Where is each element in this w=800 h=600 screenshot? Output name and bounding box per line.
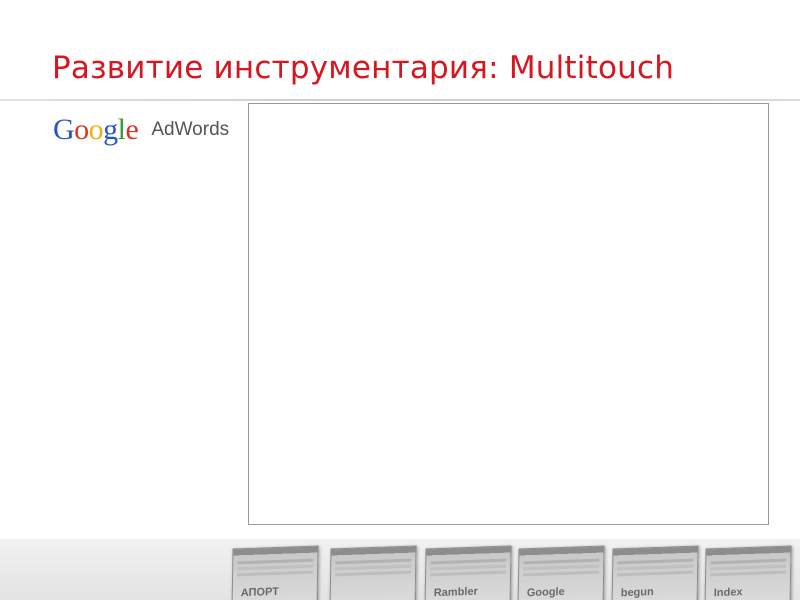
thumbnail-label: begun (620, 586, 654, 600)
search-engine-thumbnail: АПОРТ (231, 545, 319, 600)
logo-letter: g (103, 113, 118, 146)
thumbnail-label: Index (713, 586, 743, 600)
title-divider (0, 99, 800, 101)
footer-band: АПОРТ Rambler Google begun Index (0, 539, 800, 600)
thumbnail-label: АПОРТ (240, 585, 280, 600)
logo-letter: e (125, 113, 139, 146)
logo-letter: o (74, 113, 89, 146)
logo-letter: G (53, 113, 75, 146)
search-engine-thumbnail: Google (517, 545, 605, 600)
search-engine-thumbnail: Index (704, 545, 792, 600)
logo-letter: l (117, 113, 126, 146)
thumbnail-label: Google (526, 585, 565, 600)
slide-title: Развитие инструментария: Multitouch (52, 50, 675, 86)
adwords-label: AdWords (151, 119, 230, 140)
search-engine-thumbnail: begun (611, 545, 699, 600)
search-engine-thumbnail (329, 545, 417, 600)
content-frame (248, 103, 769, 525)
thumbnail-label: Rambler (433, 585, 478, 600)
logo-letter: o (88, 113, 104, 146)
google-adwords-logo: Google AdWords (53, 113, 229, 153)
search-engine-thumbnail: Rambler (424, 545, 512, 600)
google-wordmark: Google (53, 113, 145, 146)
